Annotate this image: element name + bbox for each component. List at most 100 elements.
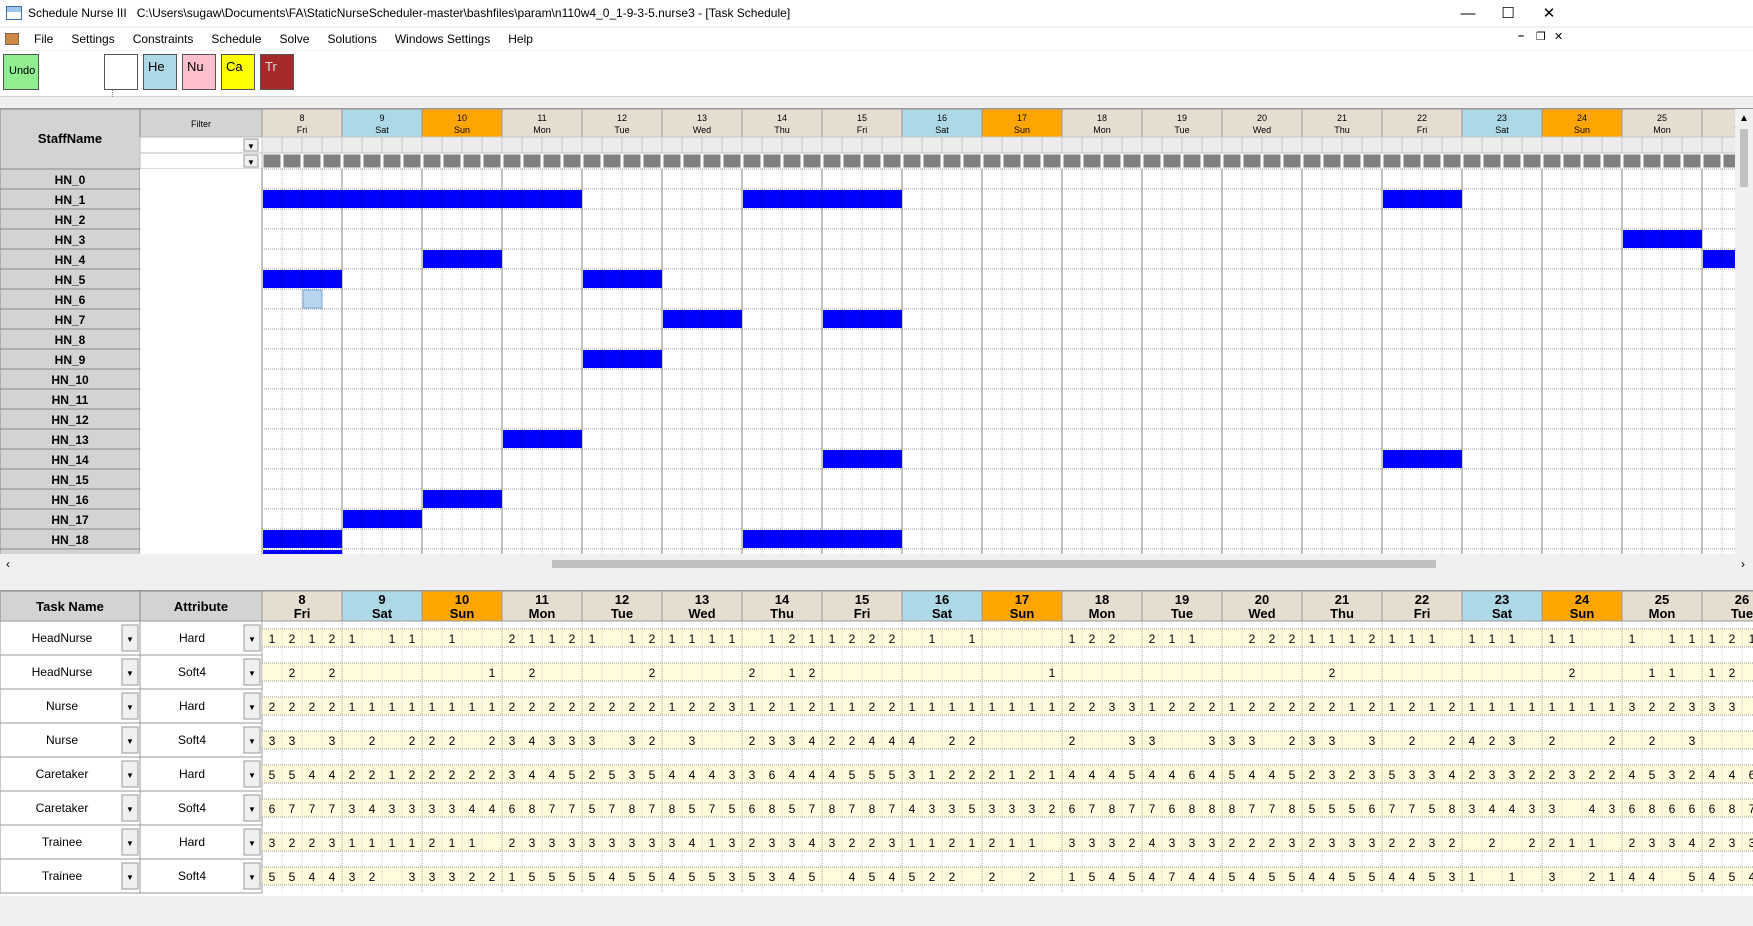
- document-icon[interactable]: [5, 33, 19, 45]
- count-cell-value: 3: [1709, 700, 1716, 714]
- count-cell-value: 2: [1409, 734, 1416, 748]
- count-cell-value: 2: [889, 700, 896, 714]
- count-cell-value: 4: [809, 734, 816, 748]
- slot-summary-cell: [1422, 153, 1442, 169]
- close-button[interactable]: ✕: [1526, 0, 1572, 26]
- count-cell-value: 2: [1589, 768, 1596, 782]
- task-caretaker-button[interactable]: Ca: [221, 54, 255, 90]
- count-cell-value: 4: [1249, 870, 1256, 884]
- menu-solutions[interactable]: Solutions: [318, 32, 385, 46]
- staff-name: HN_7: [55, 313, 86, 327]
- task-name: Caretaker: [36, 801, 89, 815]
- day-of-week: Sat: [375, 125, 389, 135]
- count-cell-value: 1: [1569, 700, 1576, 714]
- staff-filter-cell: [140, 369, 262, 389]
- slot-summary-cell: [842, 153, 862, 169]
- staff-filter-cell: [140, 249, 262, 269]
- count-cell-value: 2: [629, 700, 636, 714]
- staff-name: HN_17: [51, 513, 89, 527]
- count-cell-value: 3: [1229, 734, 1236, 748]
- day-of-week: Sat: [372, 606, 393, 621]
- menu-solve[interactable]: Solve: [270, 32, 318, 46]
- count-cell-value: 5: [969, 802, 976, 816]
- count-cell-value: 4: [829, 768, 836, 782]
- count-cell-value: 2: [869, 632, 876, 646]
- filter-header-label: Filter: [191, 119, 211, 129]
- count-cell-value: 2: [1449, 734, 1456, 748]
- slot-header: [1601, 136, 1623, 154]
- count-cell-value: 2: [1549, 836, 1556, 850]
- menu-windows-settings[interactable]: Windows Settings: [386, 32, 499, 46]
- day-number: 22: [1417, 113, 1427, 123]
- menu-bar: File Settings Constraints Schedule Solve…: [0, 28, 1753, 50]
- menu-constraints[interactable]: Constraints: [124, 32, 203, 46]
- count-cell-value: 4: [1629, 768, 1636, 782]
- count-cell-value: 2: [869, 836, 876, 850]
- count-cell-value: 5: [1349, 870, 1356, 884]
- count-cell-value: 1: [669, 632, 676, 646]
- staff-filter-cell: [140, 469, 262, 489]
- count-cell-value: 6: [1749, 768, 1753, 782]
- mdi-close-icon[interactable]: ✕: [1554, 30, 1563, 43]
- undo-button[interactable]: Undo: [3, 54, 39, 90]
- scroll-up-icon[interactable]: ▲: [1739, 113, 1749, 124]
- count-cell-value: 1: [1149, 700, 1156, 714]
- menu-file[interactable]: File: [25, 32, 62, 46]
- count-cell-value: 2: [529, 666, 536, 680]
- scroll-left-icon[interactable]: ‹: [6, 557, 10, 571]
- count-cell-value: 1: [469, 700, 476, 714]
- mdi-restore-icon[interactable]: ❐: [1536, 30, 1546, 43]
- staff-name: HN_9: [55, 353, 86, 367]
- slot-header: [1121, 136, 1143, 154]
- menu-schedule[interactable]: Schedule: [202, 32, 270, 46]
- task-trainee-button[interactable]: Tr: [260, 54, 294, 90]
- slot-summary-cell: [1542, 153, 1562, 169]
- count-cell-value: 4: [549, 768, 556, 782]
- menu-settings[interactable]: Settings: [62, 32, 123, 46]
- count-cell-value: 7: [1249, 802, 1256, 816]
- slot-summary-cell: [1142, 153, 1162, 169]
- scroll-right-icon[interactable]: ›: [1741, 557, 1745, 571]
- count-cell-value: 1: [969, 700, 976, 714]
- task-nurse-button[interactable]: Nu: [182, 54, 216, 90]
- toolbar: Undo He Nu Ca Tr: [0, 51, 1753, 97]
- count-cell-value: 3: [789, 734, 796, 748]
- slot-summary-cell: [702, 153, 722, 169]
- staff-name: HN_5: [55, 273, 86, 287]
- horizontal-scroll-thumb[interactable]: [552, 560, 1436, 568]
- slot-header: [701, 136, 723, 154]
- count-cell-value: 4: [1169, 768, 1176, 782]
- count-cell-value: 1: [929, 632, 936, 646]
- task-blank-button[interactable]: [104, 54, 138, 90]
- pane-splitter[interactable]: [0, 583, 1753, 589]
- count-cell-value: 5: [629, 870, 636, 884]
- vertical-scroll-thumb[interactable]: [1740, 129, 1748, 187]
- maximize-button[interactable]: ☐: [1485, 0, 1531, 26]
- count-cell-value: 3: [1529, 802, 1536, 816]
- count-cell-value: 1: [549, 632, 556, 646]
- count-cell-value: 5: [1429, 870, 1436, 884]
- count-cell-value: 5: [869, 870, 876, 884]
- slot-summary-cell: [1442, 153, 1462, 169]
- slot-header: [1441, 136, 1463, 154]
- count-cell-value: 3: [389, 802, 396, 816]
- day-of-week: Sun: [450, 606, 475, 621]
- count-cell-value: 4: [1709, 870, 1716, 884]
- count-cell-value: 1: [449, 632, 456, 646]
- count-cell-value: 5: [1329, 802, 1336, 816]
- count-cell-value: 3: [1249, 734, 1256, 748]
- task-headnurse-button[interactable]: He: [143, 54, 177, 90]
- staff-filter-cell: [140, 449, 262, 469]
- slot-header: [381, 136, 403, 154]
- slot-summary-cell: [1002, 153, 1022, 169]
- count-cell-value: 3: [989, 802, 996, 816]
- slot-header: [981, 136, 1003, 154]
- menu-help[interactable]: Help: [499, 32, 542, 46]
- day-number: 19: [1175, 592, 1189, 607]
- count-cell-value: 4: [889, 870, 896, 884]
- count-cell-value: 3: [409, 870, 416, 884]
- count-cell-value: 1: [1029, 836, 1036, 850]
- selected-cell[interactable]: [302, 289, 323, 309]
- slot-header: [1221, 136, 1243, 154]
- mdi-minimize-icon[interactable]: –: [1518, 30, 1524, 42]
